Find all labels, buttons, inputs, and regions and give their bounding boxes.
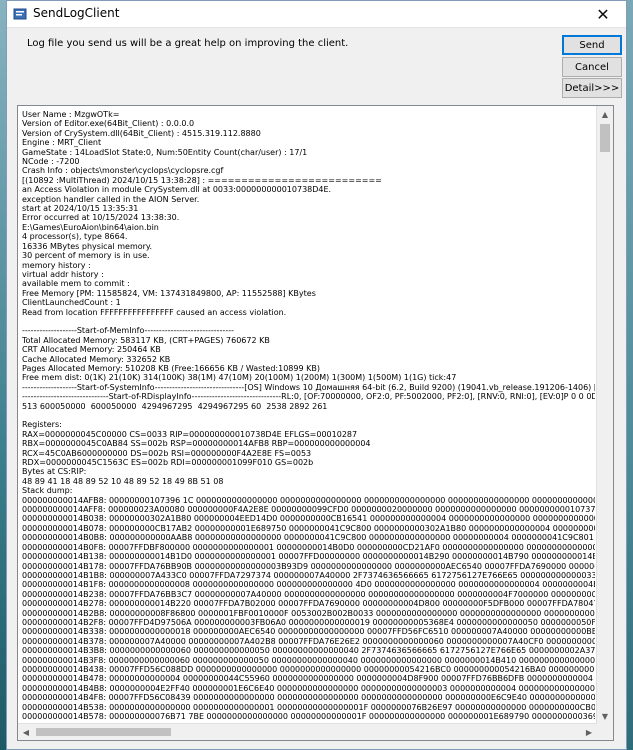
log-line: exception handler called in the AION Ser… xyxy=(22,194,200,204)
log-line: 000000000014B438: 00007FFD56C088DD 00000… xyxy=(22,664,595,674)
log-line: Read from location FFFFFFFFFFFFFFFF caus… xyxy=(22,307,287,317)
log-line: Engine : MRT_Client xyxy=(22,138,102,148)
log-line: Pages Allocated Memory: 510208 KB (Free:… xyxy=(22,363,320,373)
log-line: 000000000014B078: 000000000CB17AB2 00000… xyxy=(22,523,595,533)
desktop-background-right xyxy=(627,0,633,750)
scroll-left-icon[interactable]: ◀ xyxy=(18,724,34,740)
log-line: start at 2024/10/15 13:35:31 xyxy=(22,204,139,214)
log-line: Free Memory [PM: 11585824, VM: 137431849… xyxy=(22,288,316,298)
horizontal-scrollbar[interactable]: ◀ ▶ xyxy=(18,723,597,740)
log-line: 000000000014B3F8: 0000000000000060 00000… xyxy=(22,655,595,665)
log-line: 513 600050000 600050000 4294967295 42949… xyxy=(22,401,328,411)
log-line: Registers: xyxy=(22,420,62,430)
log-line: ClientLaunchedCount : 1 xyxy=(22,298,121,308)
log-line: [(10892 :MultiThread) 2024/10/15 13:38:2… xyxy=(22,175,382,185)
log-line: 000000000014B278: 000000000014B220 00007… xyxy=(22,599,595,609)
log-content: User Name : MzgwOTk= Version of Editor.ex… xyxy=(22,110,595,724)
log-line: 000000000014B338: 0000000000000018 00000… xyxy=(22,627,595,637)
log-line: 000000000014AFB8: 00000000107396 1C 0000… xyxy=(22,495,595,505)
log-line: 000000000014B4F8: 00007FFD56C08439 00000… xyxy=(22,693,595,703)
log-line: CRT Allocated Memory: 250464 KB xyxy=(22,345,161,355)
scroll-up-icon[interactable]: ▲ xyxy=(597,106,613,122)
scroll-down-icon[interactable]: ▼ xyxy=(597,708,613,724)
log-line: RCX=45C0AB6000000000 DS=002b RSI=0000000… xyxy=(22,448,312,458)
send-button[interactable]: Send xyxy=(562,35,622,55)
log-line: 000000000014B238: 00007FFDA76BB3C7 00000… xyxy=(22,589,595,599)
log-line: 000000000014B1F8: 0000000000000008 00000… xyxy=(22,580,595,590)
scroll-right-icon[interactable]: ▶ xyxy=(581,724,597,740)
log-line: GameState : 14LoadSlot State:0, Num:50En… xyxy=(22,147,308,157)
log-line: 000000000014AFF8: 000000023A00080 000000… xyxy=(22,505,595,515)
sendlog-window: SendLogClient ✕ Log file you send us wil… xyxy=(6,0,627,750)
app-icon xyxy=(13,8,27,20)
log-line: 000000000014B0F8: 00007FFDBF800000 00000… xyxy=(22,542,595,552)
log-line: Total Allocated Memory: 583117 KB, (CRT+… xyxy=(22,335,270,345)
title-bar[interactable]: SendLogClient ✕ xyxy=(7,1,626,28)
cancel-button[interactable]: Cancel xyxy=(562,57,622,77)
vertical-scroll-thumb[interactable] xyxy=(600,124,610,152)
vertical-scrollbar[interactable]: ▲ ▼ xyxy=(596,106,613,724)
log-line: RAX=0000000045C00000 CS=0033 RIP=0000000… xyxy=(22,429,358,439)
log-line: RDX=0000000045C1563C ES=002b RDI=0000000… xyxy=(22,458,314,468)
scrollbar-corner xyxy=(597,724,613,740)
log-line: 000000000014B578: 000000000076B71 7BE 00… xyxy=(22,712,595,721)
info-message: Log file you send us will be a great hel… xyxy=(27,38,349,49)
log-line: Version of CrySystem.dll(64Bit_Client) :… xyxy=(22,128,261,138)
log-line: Free mem dist: 0(1K) 21(10K) 314(100K) 3… xyxy=(22,373,457,383)
log-line: 000000000014B0B8: 000000000000AAB8 00000… xyxy=(22,533,594,543)
log-line: Cache Allocated Memory: 332652 KB xyxy=(22,354,171,364)
log-line: available mem to commit : xyxy=(22,279,130,289)
close-icon[interactable]: ✕ xyxy=(580,1,626,27)
horizontal-scroll-thumb[interactable] xyxy=(36,728,171,736)
detail-button[interactable]: Detail>>> xyxy=(562,78,622,98)
log-line: 000000000014B038: 00000000302A1B80 00000… xyxy=(22,514,595,524)
log-line: 000000000014B538: 0000000000000000 00000… xyxy=(22,702,595,712)
log-line: 48 89 41 18 48 89 52 10 48 89 52 18 49 8… xyxy=(22,476,224,486)
log-line: 000000000014B4B8: 0000000004E2FF40 00000… xyxy=(22,683,595,693)
log-line: 000000000014B178: 00007FFDA76BB90B 00000… xyxy=(22,561,595,571)
log-line: -------------------Start-of-MemInfo-----… xyxy=(22,326,234,336)
log-line: Stack dump: xyxy=(22,486,73,496)
log-line: User Name : MzgwOTk= xyxy=(22,110,120,119)
log-line: Crash Info : objects\monster\cyclops\cyc… xyxy=(22,166,224,176)
log-line: E:\Games\EuroAion\bin64\aion.bin xyxy=(22,222,159,232)
log-line: 000000000014B2B8: 00000000008F86800 0000… xyxy=(22,608,595,618)
log-line: 30 percent of memory is in use. xyxy=(22,251,150,261)
log-line: ------------------------------Start-of-R… xyxy=(22,392,595,402)
log-line: an Access Violation in module CrySystem.… xyxy=(22,185,332,195)
log-line: Version of Editor.exe(64Bit_Client) : 0.… xyxy=(22,119,195,129)
log-line: 16336 MBytes physical memory. xyxy=(22,241,153,251)
window-title: SendLogClient xyxy=(33,6,120,20)
log-line: NCode : -7200 xyxy=(22,157,80,167)
log-line: RBX=0000000045C0AB84 SS=002b RSP=0000000… xyxy=(22,439,371,449)
log-line: 000000000014B3B8: 0000000000000060 00000… xyxy=(22,646,595,656)
log-line: virtual addr history : xyxy=(22,269,104,279)
log-line: 000000000014B1B8: 000000007A433C0 00007F… xyxy=(22,570,595,580)
log-line: memory history : xyxy=(22,260,91,270)
log-textarea[interactable]: User Name : MzgwOTk= Version of Editor.ex… xyxy=(17,105,614,741)
log-line: 4 processor(s), type 8664. xyxy=(22,232,128,242)
log-line: 000000000014B138: 000000000014B1D0 00000… xyxy=(22,552,595,562)
log-line: Error occurred at 10/15/2024 13:38:30. xyxy=(22,213,180,223)
log-line: 000000000014B2F8: 00007FFD4D97506A 00000… xyxy=(22,617,595,627)
log-line: 000000000014B478: 00000000000004 0000000… xyxy=(22,674,594,684)
log-line: Bytes at CS:RIP: xyxy=(22,467,87,477)
log-line: 000000000014B378: 000000007A40000 000000… xyxy=(22,636,595,646)
log-line: -------------------Start-of-SystemInfo--… xyxy=(22,382,595,392)
